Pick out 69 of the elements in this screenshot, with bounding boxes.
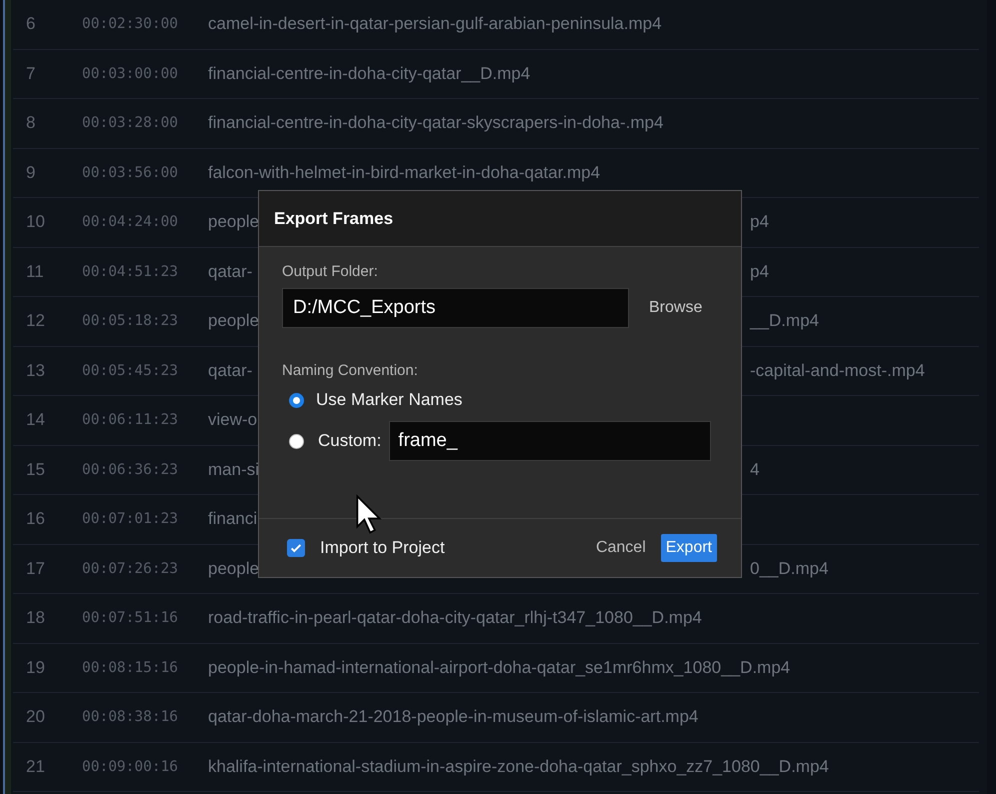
- radio-label[interactable]: Use Marker Names: [316, 390, 462, 410]
- timecode: 00:03:28:00: [82, 115, 180, 132]
- mouse-pointer-icon: [355, 494, 383, 536]
- file-name: __D.mp4: [750, 311, 819, 332]
- checkbox[interactable]: [287, 539, 305, 557]
- row-number: 9: [25, 162, 36, 183]
- dialog-title: Export Frames: [274, 208, 394, 228]
- file-name: people: [208, 311, 260, 332]
- timecode: 00:05:18:23: [82, 313, 180, 330]
- timecode: 00:03:56:00: [82, 164, 180, 181]
- row-number: 20: [25, 707, 46, 728]
- file-name: -capital-and-most-.mp4: [750, 360, 925, 381]
- radio-button[interactable]: [289, 392, 304, 408]
- checkbox-label[interactable]: Import to Project: [320, 538, 445, 558]
- row-number: 21: [25, 756, 46, 777]
- file-name: qatar-doha-march-21-2018-people-in-museum-of-islamic-art.mp4: [208, 707, 698, 728]
- row-number: 8: [25, 113, 36, 134]
- timecode: 00:02:30:00: [82, 16, 180, 32]
- row-number: 19: [25, 658, 46, 678]
- file-name: qatar-: [208, 360, 252, 381]
- row-number: 7: [25, 64, 36, 84]
- custom-name-field[interactable]: frame_: [389, 421, 712, 461]
- file-name: financial-centre-in-doha-city-qatar-skyscrapers-in-doha-.mp4: [208, 113, 664, 134]
- timecode: 00:07:51:16: [82, 610, 180, 626]
- file-name: people: [208, 558, 260, 579]
- timecode: 00:07:01:23: [82, 511, 180, 528]
- timecode: 00:05:45:23: [82, 362, 180, 379]
- row-number: 13: [25, 360, 46, 381]
- timecode: 00:08:38:16: [82, 709, 180, 726]
- field-label: Naming Convention:: [282, 362, 418, 379]
- file-name: 0__D.mp4: [750, 558, 828, 579]
- row-number: 17: [25, 558, 46, 579]
- file-name: khalifa-international-stadium-in-aspire-zone-doha-qatar_sphxo_zz7_1080__D.mp4: [208, 756, 829, 777]
- row-number: 18: [25, 608, 46, 628]
- file-name: falcon-with-helmet-in-bird-market-in-doha-qatar.mp4: [208, 162, 600, 183]
- export-button[interactable]: Export: [660, 534, 717, 562]
- row-number: 11: [25, 262, 45, 282]
- radio-button[interactable]: [289, 434, 304, 448]
- row-number: 12: [25, 311, 46, 332]
- timecode: 00:09:00:16: [82, 758, 180, 775]
- output-folder-field[interactable]: D:/MCC_Exports: [282, 288, 629, 328]
- file-name: people-in-hamad-international-airport-doha-qatar_se1mr6hmx_1080__D.mp4: [208, 658, 790, 678]
- file-name: 4: [750, 460, 760, 480]
- field-label: Output Folder:: [282, 263, 378, 280]
- row-number: 6: [25, 14, 36, 34]
- timecode: 00:08:15:16: [82, 660, 180, 676]
- timecode: 00:04:51:23: [82, 264, 180, 280]
- cancel-button[interactable]: Cancel: [590, 534, 651, 562]
- file-name: qatar-: [208, 262, 252, 282]
- file-name: view-o: [208, 410, 258, 430]
- file-name: p4: [750, 212, 769, 232]
- timecode: 00:04:24:00: [82, 214, 180, 230]
- file-name: man-si: [208, 460, 260, 480]
- file-name: road-traffic-in-pearl-qatar-doha-city-qatar_rlhj-t347_1080__D.mp4: [208, 608, 702, 628]
- row-number: 15: [25, 460, 46, 480]
- file-name: financial-centre-in-doha-city-qatar__D.mp4: [208, 64, 530, 84]
- row-number: 14: [25, 410, 46, 430]
- file-name: financi: [208, 509, 258, 530]
- file-name: p4: [750, 262, 769, 282]
- radio-label[interactable]: Custom:: [318, 431, 382, 451]
- browse-button[interactable]: Browse: [643, 295, 708, 321]
- file-name: camel-in-desert-in-qatar-persian-gulf-arabian-peninsula.mp4: [208, 14, 662, 34]
- file-name: people: [208, 212, 260, 232]
- timecode: 00:06:36:23: [82, 462, 180, 478]
- timecode: 00:03:00:00: [82, 66, 180, 82]
- row-number: 10: [25, 212, 46, 232]
- timecode: 00:07:26:23: [82, 560, 180, 577]
- timecode: 00:06:11:23: [82, 412, 180, 428]
- row-number: 16: [25, 509, 46, 530]
